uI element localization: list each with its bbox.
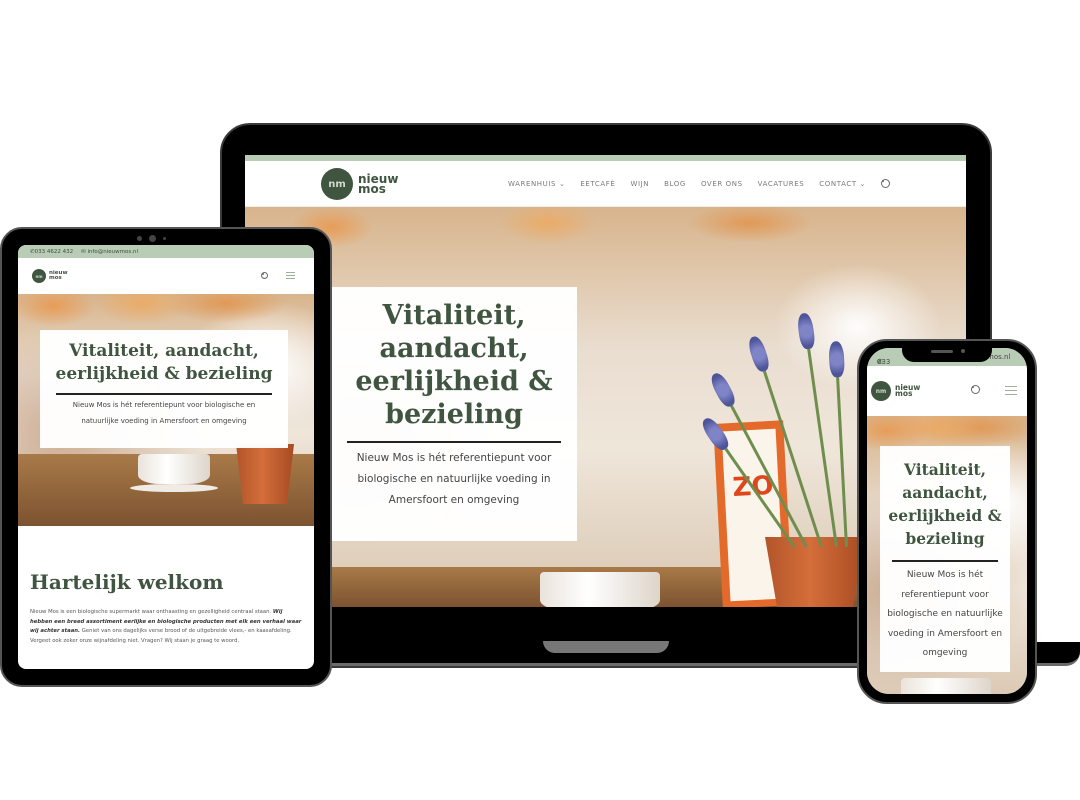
plant-flower <box>746 334 772 374</box>
hero-card: Vitaliteit, aandacht, eerlijkheid & bezi… <box>40 330 288 448</box>
chevron-down-icon: ⌄ <box>859 179 866 188</box>
hamburger-menu-icon[interactable] <box>1005 386 1017 395</box>
contact-bar: ✆033 4622 432 ✉ info@nieuwmos.nl <box>18 245 314 258</box>
envelope-icon: ✉ <box>81 248 86 255</box>
tablet-screen: ✆033 4622 432 ✉ info@nieuwmos.nl nm nieu… <box>18 245 314 669</box>
hero-section: Vitaliteit, aandacht, eerlijkheid & bezi… <box>867 416 1027 694</box>
logo-mark-icon: nm <box>321 168 353 200</box>
main-nav: WARENHUIS ⌄ EETCAFÉ WIJN BLOG OVER ONS V… <box>508 179 890 188</box>
welcome-section: Hartelijk welkom Nieuw Mos is een biolog… <box>18 570 314 646</box>
hero-title: Vitaliteit, aandacht, eerlijkheid & bezi… <box>55 341 273 384</box>
nav-item-wijn[interactable]: WIJN <box>630 180 649 188</box>
logo-wordmark: nieuw mos <box>49 270 68 281</box>
hero-divider <box>892 560 998 562</box>
plant-stem <box>828 340 848 548</box>
phone-speaker <box>931 350 953 353</box>
hero-card: Vitaliteit, aandacht, eerlijkheid & bezi… <box>331 287 577 541</box>
hero-subtitle: Nieuw Mos is hét referentiepunt voor bio… <box>356 452 552 506</box>
logo-mark-icon: nm <box>871 381 891 401</box>
nav-item-blog[interactable]: BLOG <box>664 180 686 188</box>
nav-item-contact[interactable]: CONTACT ⌄ <box>819 180 866 188</box>
search-icon[interactable] <box>971 385 980 394</box>
phone-camera <box>961 349 965 353</box>
site-logo[interactable]: nm nieuw mos <box>32 269 68 283</box>
tablet-camera <box>149 235 156 242</box>
logo-wordmark: nieuw mos <box>895 382 921 398</box>
phone-screen: ✆033 4 mos.nl nm nieuwmos Vitaliteit, aa… <box>867 348 1027 694</box>
plant-flower <box>828 340 846 378</box>
site-logo[interactable]: nm nieuw mos <box>321 168 398 200</box>
hero-divider <box>347 441 561 443</box>
site-logo[interactable]: nm nieuw mos <box>871 381 920 401</box>
site-header: nm nieuw mos <box>867 366 1027 416</box>
saucer <box>130 484 218 492</box>
welcome-text: Nieuw Mos is een biologische supermarkt … <box>30 609 302 644</box>
coffee-cup <box>540 572 660 607</box>
hero-title: Vitaliteit, aandacht, eerlijkheid & bezi… <box>355 300 553 430</box>
hero-subtitle: Nieuw Mos is hét referentiepunt voor bio… <box>72 400 256 425</box>
hero-subtitle: Nieuw Mos is hét referentiepunt voor bio… <box>887 570 1003 658</box>
tablet-sensor <box>163 237 166 240</box>
logo-wordmark: nieuw mos <box>358 171 399 196</box>
flower-pot <box>765 537 865 607</box>
hero-card: Vitaliteit, aandacht, eerlijkheid & bezi… <box>880 446 1010 672</box>
laptop-trackpad-notch <box>543 641 669 653</box>
hero-title: Vitaliteit, aandacht, eerlijkheid & bezi… <box>888 460 1002 548</box>
flower-pot <box>236 444 294 504</box>
hamburger-menu-icon[interactable] <box>286 272 295 279</box>
search-icon[interactable] <box>261 272 268 279</box>
coffee-cup <box>138 454 210 484</box>
site-header: nm nieuw mos <box>18 258 314 294</box>
search-icon[interactable] <box>881 179 890 188</box>
site-header: nm nieuw mos WARENHUIS ⌄ EETCAFÉ WIJN BL… <box>245 161 966 207</box>
nav-item-warenhuis[interactable]: WARENHUIS ⌄ <box>508 180 565 188</box>
welcome-title: Hartelijk welkom <box>30 570 224 594</box>
plant-flower <box>796 312 817 350</box>
phone-link[interactable]: ✆033 4622 432 <box>30 249 73 255</box>
logo-mark-icon: nm <box>32 269 46 283</box>
nav-item-vacatures[interactable]: VACATURES <box>758 180 805 188</box>
nav-item-over-ons[interactable]: OVER ONS <box>701 180 743 188</box>
hero-section: Vitaliteit, aandacht, eerlijkheid & bezi… <box>18 294 314 526</box>
nav-item-eetcafe[interactable]: EETCAFÉ <box>580 180 615 188</box>
plant-flower <box>707 370 739 410</box>
hero-divider <box>56 393 272 395</box>
tablet-camera <box>137 236 142 241</box>
chevron-down-icon: ⌄ <box>558 179 566 188</box>
coffee-cup <box>901 678 991 694</box>
email-link[interactable]: ✉ info@nieuwmos.nl <box>81 249 138 255</box>
phone-notch <box>902 344 992 362</box>
